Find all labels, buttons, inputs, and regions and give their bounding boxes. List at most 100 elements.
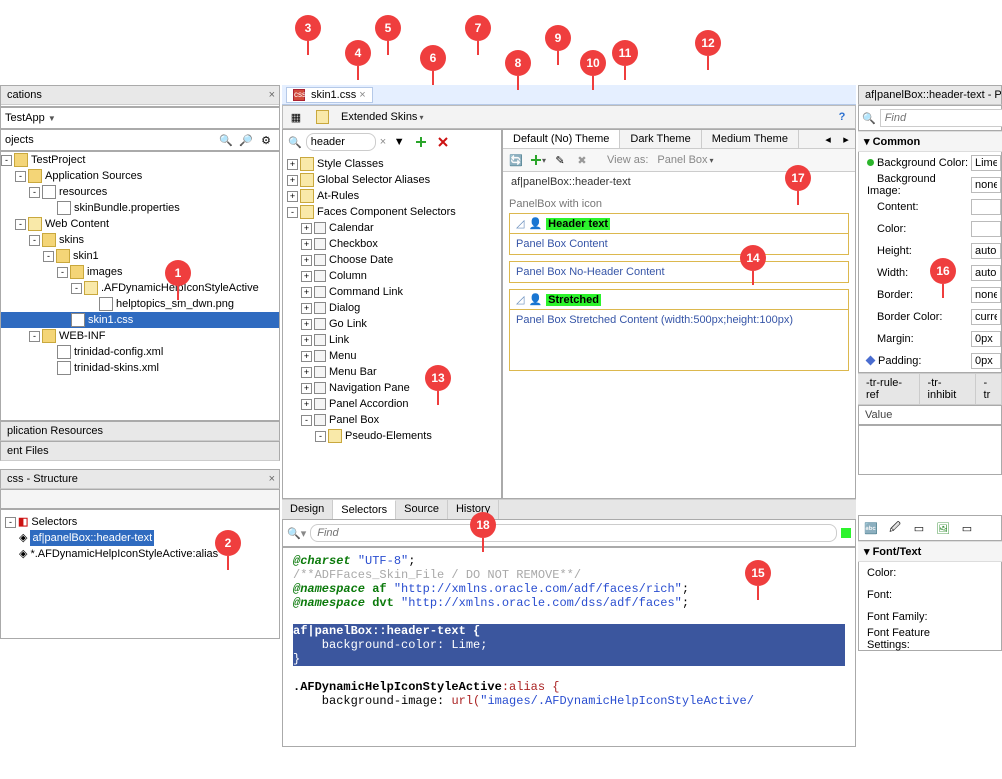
expand-icon[interactable]: +: [301, 399, 312, 410]
disclose-icon[interactable]: ◿: [516, 217, 524, 230]
tree-item[interactable]: -Panel Box: [287, 412, 497, 428]
tree-item[interactable]: +Dialog: [287, 300, 497, 316]
palette-icon[interactable]: 🖉: [886, 519, 904, 537]
tree-item[interactable]: trinidad-config.xml: [1, 344, 279, 360]
app-resources-panel[interactable]: plication Resources: [0, 421, 280, 441]
expand-icon[interactable]: -: [71, 283, 82, 294]
tree-item[interactable]: -resources: [1, 184, 279, 200]
tree-item[interactable]: -skins: [1, 232, 279, 248]
expand-icon[interactable]: +: [301, 335, 312, 346]
tree-item[interactable]: -Application Sources: [1, 168, 279, 184]
expand-icon[interactable]: -: [1, 155, 12, 166]
tree-item[interactable]: helptopics_sm_dwn.png: [1, 296, 279, 312]
theme-tab-dark[interactable]: Dark Theme: [620, 130, 701, 148]
tree-item[interactable]: -Pseudo-Elements: [287, 428, 497, 444]
palette-icon[interactable]: 🖼: [934, 519, 952, 537]
scroll-right-icon[interactable]: ▸: [837, 130, 855, 148]
expand-icon[interactable]: -: [29, 331, 40, 342]
property-input[interactable]: [971, 243, 1001, 259]
tab-tr-rule-ref[interactable]: -tr-rule-ref: [858, 374, 920, 404]
expand-icon[interactable]: +: [301, 239, 312, 250]
expand-icon[interactable]: -: [15, 219, 26, 230]
expand-icon[interactable]: -: [57, 267, 68, 278]
tree-item[interactable]: -images: [1, 264, 279, 280]
delete-icon[interactable]: ✖: [573, 151, 591, 169]
tab-tr[interactable]: -tr: [976, 374, 1002, 404]
refresh-icon[interactable]: 🔄: [507, 151, 525, 169]
expand-icon[interactable]: -: [29, 187, 40, 198]
properties-find-input[interactable]: [880, 109, 1002, 127]
palette-icon[interactable]: ▭: [910, 519, 928, 537]
theme-tab-medium[interactable]: Medium Theme: [702, 130, 799, 148]
tree-item[interactable]: +Menu: [287, 348, 497, 364]
tree-item[interactable]: +Calendar: [287, 220, 497, 236]
add-icon[interactable]: ▾: [529, 151, 547, 169]
tree-item[interactable]: +Global Selector Aliases: [287, 172, 497, 188]
filter-icon[interactable]: ▼: [390, 133, 408, 151]
tab-tr-inhibit[interactable]: -tr-inhibit: [920, 374, 976, 404]
property-input[interactable]: [971, 221, 1001, 237]
tab-source[interactable]: Source: [396, 500, 448, 519]
structure-tree[interactable]: -◧Selectors◈af|panelBox::header-text◈*.A…: [0, 509, 280, 639]
property-input[interactable]: [971, 309, 1001, 325]
expand-icon[interactable]: +: [301, 383, 312, 394]
extended-skins-dropdown[interactable]: Extended Skins▾: [336, 109, 428, 125]
tree-item[interactable]: -Web Content: [1, 216, 279, 232]
toolbar-icon[interactable]: ⚙: [257, 131, 275, 149]
property-input[interactable]: [971, 177, 1001, 193]
property-input[interactable]: [971, 199, 1001, 215]
expand-icon[interactable]: +: [301, 287, 312, 298]
tree-item[interactable]: -WEB-INF: [1, 328, 279, 344]
toolbar-icon[interactable]: ▦: [287, 108, 305, 126]
property-input[interactable]: [971, 353, 1001, 369]
editor-tab-skin1css[interactable]: css skin1.css ×: [286, 87, 373, 103]
app-dropdown[interactable]: TestApp ▼: [5, 112, 56, 124]
tab-design[interactable]: Design: [282, 500, 333, 519]
fonttext-section[interactable]: ▾ Font/Text: [858, 541, 1002, 562]
tree-item[interactable]: -◧Selectors: [5, 514, 275, 530]
selector-tree[interactable]: +Style Classes+Global Selector Aliases+A…: [283, 154, 501, 498]
common-section[interactable]: ▾ Common: [858, 131, 1002, 152]
edit-icon[interactable]: ✎: [551, 151, 569, 169]
tree-item[interactable]: skinBundle.properties: [1, 200, 279, 216]
expand-icon[interactable]: +: [301, 271, 312, 282]
selector-search-input[interactable]: [306, 133, 376, 151]
expand-icon[interactable]: -: [43, 251, 54, 262]
help-icon[interactable]: ?: [833, 108, 851, 126]
close-tab-icon[interactable]: ×: [359, 89, 365, 101]
recent-files-panel[interactable]: ent Files: [0, 441, 280, 461]
expand-icon[interactable]: +: [301, 319, 312, 330]
project-tree[interactable]: -TestProject-Application Sources-resourc…: [0, 151, 280, 421]
folder-open-icon[interactable]: [315, 108, 333, 126]
tree-item[interactable]: +Menu Bar: [287, 364, 497, 380]
expand-icon[interactable]: +: [301, 351, 312, 362]
property-input[interactable]: [971, 331, 1001, 347]
property-input[interactable]: [971, 265, 1001, 281]
tree-item[interactable]: +Style Classes: [287, 156, 497, 172]
palette-icon[interactable]: 🔤: [862, 519, 880, 537]
tree-item[interactable]: -TestProject: [1, 152, 279, 168]
tree-item[interactable]: trinidad-skins.xml: [1, 360, 279, 376]
theme-tab-default[interactable]: Default (No) Theme: [503, 130, 620, 148]
expand-icon[interactable]: +: [287, 191, 298, 202]
tree-item[interactable]: +Choose Date: [287, 252, 497, 268]
palette-icon[interactable]: ▭: [958, 519, 976, 537]
tree-item[interactable]: +Link: [287, 332, 497, 348]
tree-item[interactable]: -.AFDynamicHelpIconStyleActive: [1, 280, 279, 296]
tab-selectors[interactable]: Selectors: [333, 500, 396, 519]
expand-icon[interactable]: -: [287, 207, 298, 218]
toolbar-icon[interactable]: 🔎: [237, 131, 255, 149]
tree-item[interactable]: +Go Link: [287, 316, 497, 332]
expand-icon[interactable]: +: [301, 255, 312, 266]
clear-search-icon[interactable]: ×: [380, 136, 386, 148]
expand-icon[interactable]: -: [15, 171, 26, 182]
tree-item[interactable]: +Checkbox: [287, 236, 497, 252]
delete-icon[interactable]: [434, 133, 452, 151]
expand-icon[interactable]: -: [29, 235, 40, 246]
source-find-input[interactable]: [310, 524, 837, 542]
tree-item[interactable]: +Navigation Pane: [287, 380, 497, 396]
close-icon[interactable]: ×: [269, 473, 275, 485]
tree-item[interactable]: +Column: [287, 268, 497, 284]
close-icon[interactable]: ×: [269, 89, 275, 101]
expand-icon[interactable]: +: [301, 223, 312, 234]
